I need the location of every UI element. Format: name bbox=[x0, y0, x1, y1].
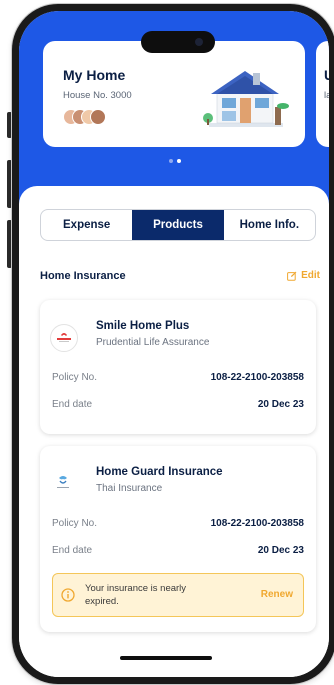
home-title: My Home bbox=[63, 67, 126, 83]
policy-name: Home Guard Insurance bbox=[96, 466, 223, 478]
section-header: Home Insurance Edit bbox=[40, 270, 320, 286]
thai-insurance-logo-mark bbox=[57, 476, 69, 488]
carousel-dot-active[interactable] bbox=[177, 159, 181, 163]
next-home-card[interactable]: U la bbox=[316, 41, 329, 147]
next-card-subtitle: la bbox=[324, 90, 329, 101]
end-date-row: End date 20 Dec 23 bbox=[52, 545, 304, 559]
tab-home-info[interactable]: Home Info. bbox=[224, 210, 315, 240]
tab-expense[interactable]: Expense bbox=[41, 210, 132, 240]
prudential-logo-mark bbox=[57, 333, 71, 342]
edit-button[interactable]: Edit bbox=[287, 270, 320, 281]
content-panel: Expense Products Home Info. Home Insuran… bbox=[19, 186, 329, 677]
policy-name: Smile Home Plus bbox=[96, 320, 190, 332]
renew-button[interactable]: Renew bbox=[261, 589, 293, 600]
policy-company: Thai Insurance bbox=[96, 483, 163, 494]
carousel-dot[interactable] bbox=[169, 159, 173, 163]
thai-insurance-logo-icon bbox=[50, 470, 76, 496]
policy-number-label: Policy No. bbox=[52, 518, 98, 529]
section-title: Home Insurance bbox=[40, 270, 126, 282]
policy-card[interactable]: Smile Home Plus Prudential Life Assuranc… bbox=[40, 300, 316, 434]
app-stage: My Home House No. 3000 la Expense Produc… bbox=[0, 0, 334, 685]
expiry-warning-text: Your insurance is nearly expired. bbox=[85, 583, 187, 607]
camera-lens bbox=[195, 38, 203, 46]
tab-products[interactable]: Products bbox=[132, 210, 224, 240]
home-indicator[interactable] bbox=[120, 656, 212, 660]
policy-number-row: Policy No. 108-22-2100-203858 bbox=[52, 518, 304, 532]
avatar bbox=[90, 109, 106, 125]
prudential-logo-icon bbox=[50, 324, 78, 352]
segmented-tabs: Expense Products Home Info. bbox=[40, 209, 316, 241]
next-card-title: U bbox=[324, 67, 329, 83]
policy-company: Prudential Life Assurance bbox=[96, 337, 210, 348]
camera-notch bbox=[141, 31, 215, 53]
policy-number-value: 108-22-2100-203858 bbox=[210, 372, 304, 383]
phone-frame: My Home House No. 3000 la Expense Produc… bbox=[12, 4, 334, 684]
policy-number-value: 108-22-2100-203858 bbox=[210, 518, 304, 529]
end-date-value: 20 Dec 23 bbox=[257, 399, 304, 410]
end-date-label: End date bbox=[52, 399, 93, 410]
policy-number-row: Policy No. 108-22-2100-203858 bbox=[52, 372, 304, 386]
expiry-warning-banner: Your insurance is nearly expired. Renew bbox=[52, 573, 304, 617]
edit-label: Edit bbox=[301, 270, 320, 281]
policy-card[interactable]: Home Guard Insurance Thai Insurance Poli… bbox=[40, 446, 316, 632]
home-card[interactable]: My Home House No. 3000 bbox=[43, 41, 305, 147]
edit-icon bbox=[287, 271, 297, 281]
end-date-row: End date 20 Dec 23 bbox=[52, 399, 304, 413]
end-date-label: End date bbox=[52, 545, 93, 556]
info-icon bbox=[61, 588, 75, 602]
phone-screen: My Home House No. 3000 la Expense Produc… bbox=[19, 11, 329, 677]
policy-number-label: Policy No. bbox=[52, 372, 98, 383]
house-number: House No. 3000 bbox=[63, 90, 132, 101]
house-illustration-icon bbox=[203, 71, 289, 127]
end-date-value: 20 Dec 23 bbox=[257, 545, 304, 556]
